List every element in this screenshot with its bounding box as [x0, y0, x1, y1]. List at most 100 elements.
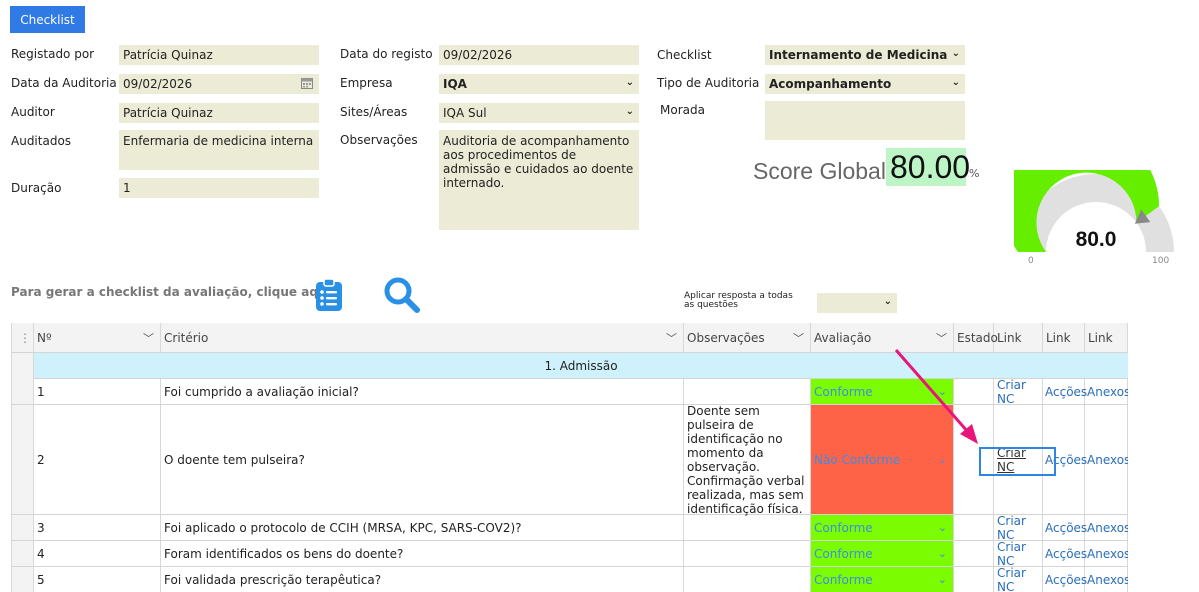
checklist-button[interactable]: Checklist — [10, 6, 85, 33]
observacoes-field[interactable]: Auditoria de acompanhamento aos procedim… — [439, 130, 639, 230]
cell-accoes: Acções — [1043, 515, 1087, 540]
search-icon[interactable] — [382, 275, 422, 315]
cell-criterio: O doente tem pulseira? — [161, 405, 684, 514]
cell-anexos: Anexos — [1085, 515, 1128, 540]
table-row[interactable]: 5 Foi validada prescrição terapêutica? C… — [12, 566, 1128, 592]
col-header-link-label: Link — [997, 331, 1022, 345]
criar-nc-link[interactable]: Criar NC — [997, 540, 1042, 568]
chevron-down-icon[interactable]: ﹀ — [793, 330, 804, 346]
anexos-link[interactable]: Anexos — [1087, 385, 1128, 399]
accoes-link[interactable]: Acções — [1045, 385, 1087, 399]
cell-n: 2 — [34, 405, 161, 514]
cell-criar-nc: Criar NC — [994, 514, 1043, 542]
chevron-down-icon[interactable]: ﹀ — [666, 330, 677, 346]
avaliacao-value: Conforme — [814, 572, 873, 587]
col-header-link-label: Link — [1046, 331, 1071, 345]
data-registo-field[interactable]: 09/02/2026 — [439, 45, 639, 65]
cell-estado — [954, 567, 994, 592]
sites-value: IQA Sul — [443, 106, 487, 120]
cell-criterio: Foi cumprido a avaliação inicial? — [161, 379, 684, 404]
anexos-link[interactable]: Anexos — [1087, 547, 1128, 561]
cell-n: 1 — [34, 379, 161, 404]
col-header-link-2[interactable]: Link — [1043, 323, 1085, 352]
auditados-field[interactable]: Enfermaria de medicina interna — [119, 130, 319, 170]
cell-criar-nc: Criar NC — [994, 540, 1043, 568]
score-global-label: Score Global — [753, 158, 886, 184]
chevron-down-icon: ⌄ — [937, 521, 947, 534]
accoes-link[interactable]: Acções — [1045, 521, 1087, 535]
chevron-down-icon: ⌄ — [625, 77, 634, 88]
avaliacao-value: Conforme — [814, 520, 873, 535]
cell-anexos: Anexos — [1085, 405, 1128, 514]
empresa-select[interactable]: IQA ⌄ — [439, 74, 639, 94]
criar-nc-link[interactable]: Criar NC — [997, 566, 1042, 592]
anexos-link[interactable]: Anexos — [1087, 573, 1128, 587]
cell-observacoes[interactable] — [684, 541, 811, 566]
morada-field[interactable] — [765, 101, 965, 140]
cell-accoes: Acções — [1043, 567, 1087, 592]
chevron-down-icon: ⌄ — [937, 547, 947, 560]
accoes-link[interactable]: Acções — [1045, 573, 1087, 587]
cell-observacoes[interactable] — [684, 379, 811, 404]
col-header-link-3[interactable]: Link — [1085, 323, 1128, 352]
chevron-down-icon[interactable]: ﹀ — [143, 330, 154, 346]
cell-estado — [954, 515, 994, 540]
table-row[interactable]: 4 Foram identificados os bens do doente?… — [12, 540, 1128, 568]
chevron-down-icon: ⌄ — [937, 573, 947, 586]
cell-observacoes[interactable] — [684, 567, 811, 592]
col-header-criterio-label: Critério — [164, 331, 209, 345]
tipo-auditoria-label: Tipo de Auditoria — [657, 76, 760, 90]
calendar-icon[interactable] — [301, 77, 313, 92]
empresa-value: IQA — [443, 77, 467, 91]
col-header-criterio[interactable]: Critério ﹀ — [161, 323, 684, 352]
duracao-field[interactable]: 1 — [119, 178, 319, 198]
gauge-value: 80.0 — [1075, 228, 1117, 251]
checklist-value: Internamento de Medicina — [769, 48, 948, 62]
data-auditoria-field[interactable]: 09/02/2026 — [119, 74, 319, 94]
auditados-label: Auditados — [11, 134, 72, 148]
auditor-field[interactable]: Patrícia Quinaz — [119, 103, 319, 123]
chevron-down-icon: ⌄ — [625, 106, 634, 117]
col-header-observacoes[interactable]: Observações ﹀ — [684, 323, 811, 352]
sites-select[interactable]: IQA Sul ⌄ — [439, 103, 639, 123]
col-header-link-1[interactable]: Link — [994, 323, 1043, 352]
col-header-n-label: Nº — [37, 331, 52, 345]
criar-nc-link[interactable]: Criar NC — [997, 514, 1042, 542]
apply-all-select[interactable]: ⌄ — [817, 293, 897, 313]
cell-accoes: Acções — [1043, 379, 1087, 404]
tipo-auditoria-select[interactable]: Acompanhamento ⌄ — [765, 74, 965, 94]
data-registo-label: Data do registo — [340, 47, 433, 61]
anexos-link[interactable]: Anexos — [1087, 521, 1128, 535]
morada-label: Morada — [660, 103, 705, 117]
cell-anexos: Anexos — [1085, 541, 1128, 566]
score-gauge: 80.0 0 100 — [1003, 128, 1178, 270]
cell-anexos: Anexos — [1085, 379, 1128, 404]
col-header-n[interactable]: Nº ﹀ — [34, 323, 161, 352]
data-auditoria-value: 09/02/2026 — [123, 77, 193, 91]
cell-n: 5 — [34, 567, 161, 592]
col-header-link-label: Link — [1088, 331, 1113, 345]
registado-por-field[interactable]: Patrícia Quinaz — [119, 45, 319, 65]
clipboard-checklist-icon[interactable] — [315, 278, 343, 312]
anexos-link[interactable]: Anexos — [1087, 453, 1128, 467]
cell-observacoes[interactable]: Doente sem pulseira de identificação no … — [684, 404, 811, 516]
cell-n: 4 — [34, 541, 161, 566]
criar-nc-link[interactable]: Criar NC — [997, 378, 1042, 406]
cell-avaliacao-select[interactable]: Conforme ⌄ — [811, 567, 954, 592]
cell-criterio: Foram identificados os bens do doente? — [161, 541, 684, 566]
drag-handle-icon[interactable]: ⋮ — [12, 323, 34, 352]
table-row[interactable]: 3 Foi aplicado o protocolo de CCIH (MRSA… — [12, 514, 1128, 542]
cell-avaliacao-select[interactable]: Conforme ⌄ — [811, 541, 954, 566]
cell-criterio: Foi validada prescrição terapêutica? — [161, 567, 684, 592]
avaliacao-value: Conforme — [814, 384, 873, 399]
registado-por-label: Registado por — [11, 47, 95, 61]
cell-observacoes[interactable] — [684, 515, 811, 540]
annotation-arrow-icon — [894, 349, 978, 444]
avaliacao-value: Conforme — [814, 546, 873, 561]
col-header-observacoes-label: Observações — [687, 331, 765, 345]
cell-avaliacao-select[interactable]: Conforme ⌄ — [811, 515, 954, 540]
checklist-select[interactable]: Internamento de Medicina ⌄ — [765, 45, 965, 65]
accoes-link[interactable]: Acções — [1045, 547, 1087, 561]
tipo-auditoria-value: Acompanhamento — [769, 77, 892, 91]
generate-checklist-label: Para gerar a checklist da avaliação, cli… — [11, 285, 336, 299]
